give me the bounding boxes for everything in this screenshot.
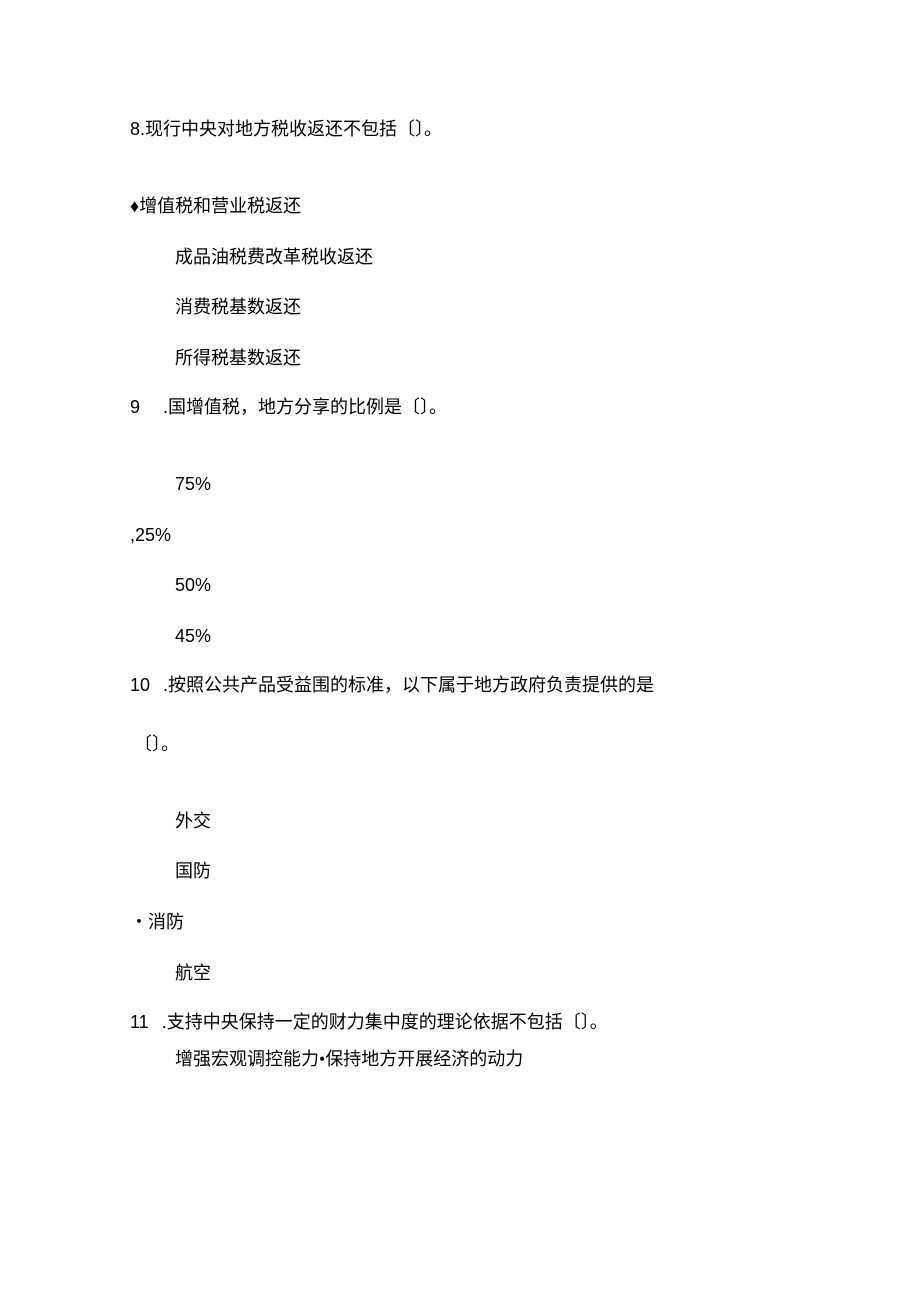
question-10: 10 .按照公共产品受益围的标准，以下属于地方政府负责提供的是 〔〕。 外交 国… [130,671,790,988]
question-text-cont: 〔〕。 [130,730,790,759]
question-text: 现行中央对地方税收返还不包括〔〕。 [145,119,442,139]
option-10-d: 航空 [130,959,790,988]
question-sep: . [158,397,168,417]
option-10-c: 消防 [130,908,790,937]
option-text-b: 保持地方开展经济的动力 [325,1049,523,1069]
question-9-stem: 9 .国增值税，地方分享的比例是〔〕。 [130,393,790,422]
option-text: 航空 [175,963,211,983]
option-8-d: 所得税基数返还 [130,344,790,373]
question-number: 10 [130,671,150,700]
option-text: 增值税和营业税返还 [139,196,301,216]
option-text: 45% [175,626,211,646]
option-10-a: 外交 [130,807,790,836]
question-text: 按照公共产品受益围的标准，以下属于地方政府负责提供的是 [168,675,654,695]
option-9-c: 50% [130,571,790,600]
option-10-b: 国防 [130,857,790,886]
question-number: 11 [130,1008,149,1037]
option-8-a: 增值税和营业税返还 [130,192,790,221]
question-11-stem: 11 .支持中央保持一定的财力集中度的理论依据不包括〔〕。 [130,1008,790,1037]
question-8: 8.现行中央对地方税收返还不包括〔〕。 增值税和营业税返还 成品油税费改革税收返… [130,115,790,373]
option-9-d: 45% [130,622,790,651]
question-9: 9 .国增值税，地方分享的比例是〔〕。 75% ,25% 50% 45% [130,393,790,651]
question-11: 11 .支持中央保持一定的财力集中度的理论依据不包括〔〕。 增强宏观调控能力保持… [130,1008,790,1074]
option-8-b: 成品油税费改革税收返还 [130,243,790,272]
question-text: 支持中央保持一定的财力集中度的理论依据不包括〔〕。 [167,1012,608,1032]
option-text: 外交 [175,811,211,831]
option-text: 消费税基数返还 [175,297,301,317]
option-text: 75% [175,474,211,494]
option-text: 国防 [175,861,211,881]
option-8-c: 消费税基数返还 [130,293,790,322]
option-text: 所得税基数返还 [175,348,301,368]
option-11-line: 增强宏观调控能力保持地方开展经济的动力 [130,1045,790,1074]
option-text: 消防 [148,912,184,932]
question-10-stem: 10 .按照公共产品受益围的标准，以下属于地方政府负责提供的是 〔〕。 [130,671,790,759]
option-text: 50% [175,575,211,595]
question-sep: . [157,1012,167,1032]
option-9-b: ,25% [130,521,790,550]
option-text-a: 增强宏观调控能力 [175,1049,319,1069]
option-text: 25% [135,525,171,545]
question-sep: . [158,675,168,695]
question-number: 8. [130,115,145,144]
option-9-a: 75% [130,470,790,499]
question-number: 9 [130,393,140,422]
question-text: 国增值税，地方分享的比例是〔〕。 [168,397,447,417]
question-8-stem: 8.现行中央对地方税收返还不包括〔〕。 [130,115,790,144]
option-text: 成品油税费改革税收返还 [175,247,373,267]
